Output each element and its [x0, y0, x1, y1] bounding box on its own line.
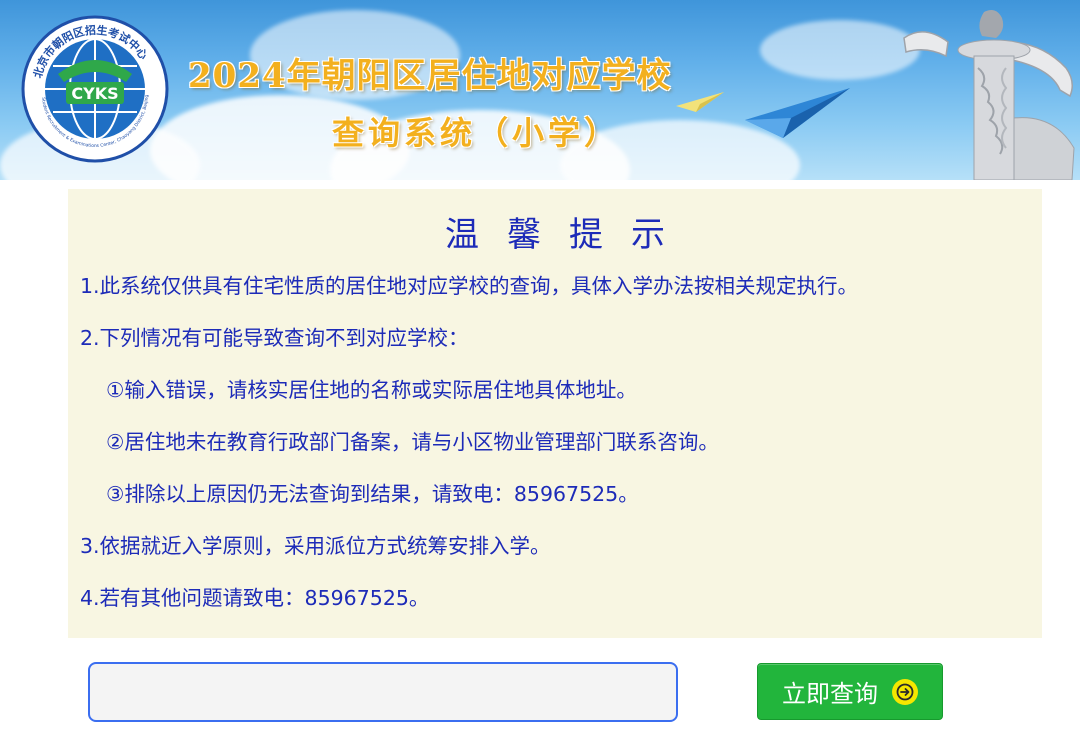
notice-subitem: ①输入错误，请核实居住地的名称或实际居住地具体地址。	[106, 378, 637, 402]
notice-item: 3.依据就近入学原则，采用派位方式统筹安排入学。	[80, 534, 551, 558]
paper-plane-icon	[745, 88, 850, 138]
notice-list: 1.此系统仅供具有住宅性质的居住地对应学校的查询，具体入学办法按相关规定执行。 …	[80, 273, 1032, 637]
notice-subitem: ③排除以上原因仍无法查询到结果，请致电：85967525。	[106, 482, 639, 506]
search-button-label: 立即查询	[782, 680, 878, 708]
notice-panel: 温馨提示 1.此系统仅供具有住宅性质的居住地对应学校的查询，具体入学办法按相关规…	[68, 189, 1042, 638]
banner-title-line1: 2024年朝阳区居住地对应学校	[188, 56, 672, 96]
notice-item: 2.下列情况有可能导致查询不到对应学校：	[80, 326, 469, 350]
address-search-input[interactable]	[88, 662, 678, 722]
notice-subitem: ②居住地未在教育行政部门备案，请与小区物业管理部门联系咨询。	[106, 430, 719, 454]
paper-plane-icon	[676, 92, 724, 112]
search-button[interactable]: 立即查询	[757, 663, 943, 720]
banner-title-line2: 查询系统（小学）	[332, 114, 621, 152]
cyks-logo-icon: CYKS 北京市朝阳区招生考试中心 Student Recruitment & …	[21, 15, 169, 163]
notice-title: 温馨提示	[445, 215, 693, 255]
notice-item: 1.此系统仅供具有住宅性质的居住地对应学校的查询，具体入学办法按相关规定执行。	[80, 274, 859, 298]
header-banner: CYKS 北京市朝阳区招生考试中心 Student Recruitment & …	[0, 0, 1080, 180]
arrow-right-circle-icon	[892, 678, 918, 705]
logo-text: CYKS	[71, 84, 118, 103]
huabiao-pillar-icon	[903, 10, 1075, 180]
notice-item: 4.若有其他问题请致电：85967525。	[80, 586, 430, 610]
